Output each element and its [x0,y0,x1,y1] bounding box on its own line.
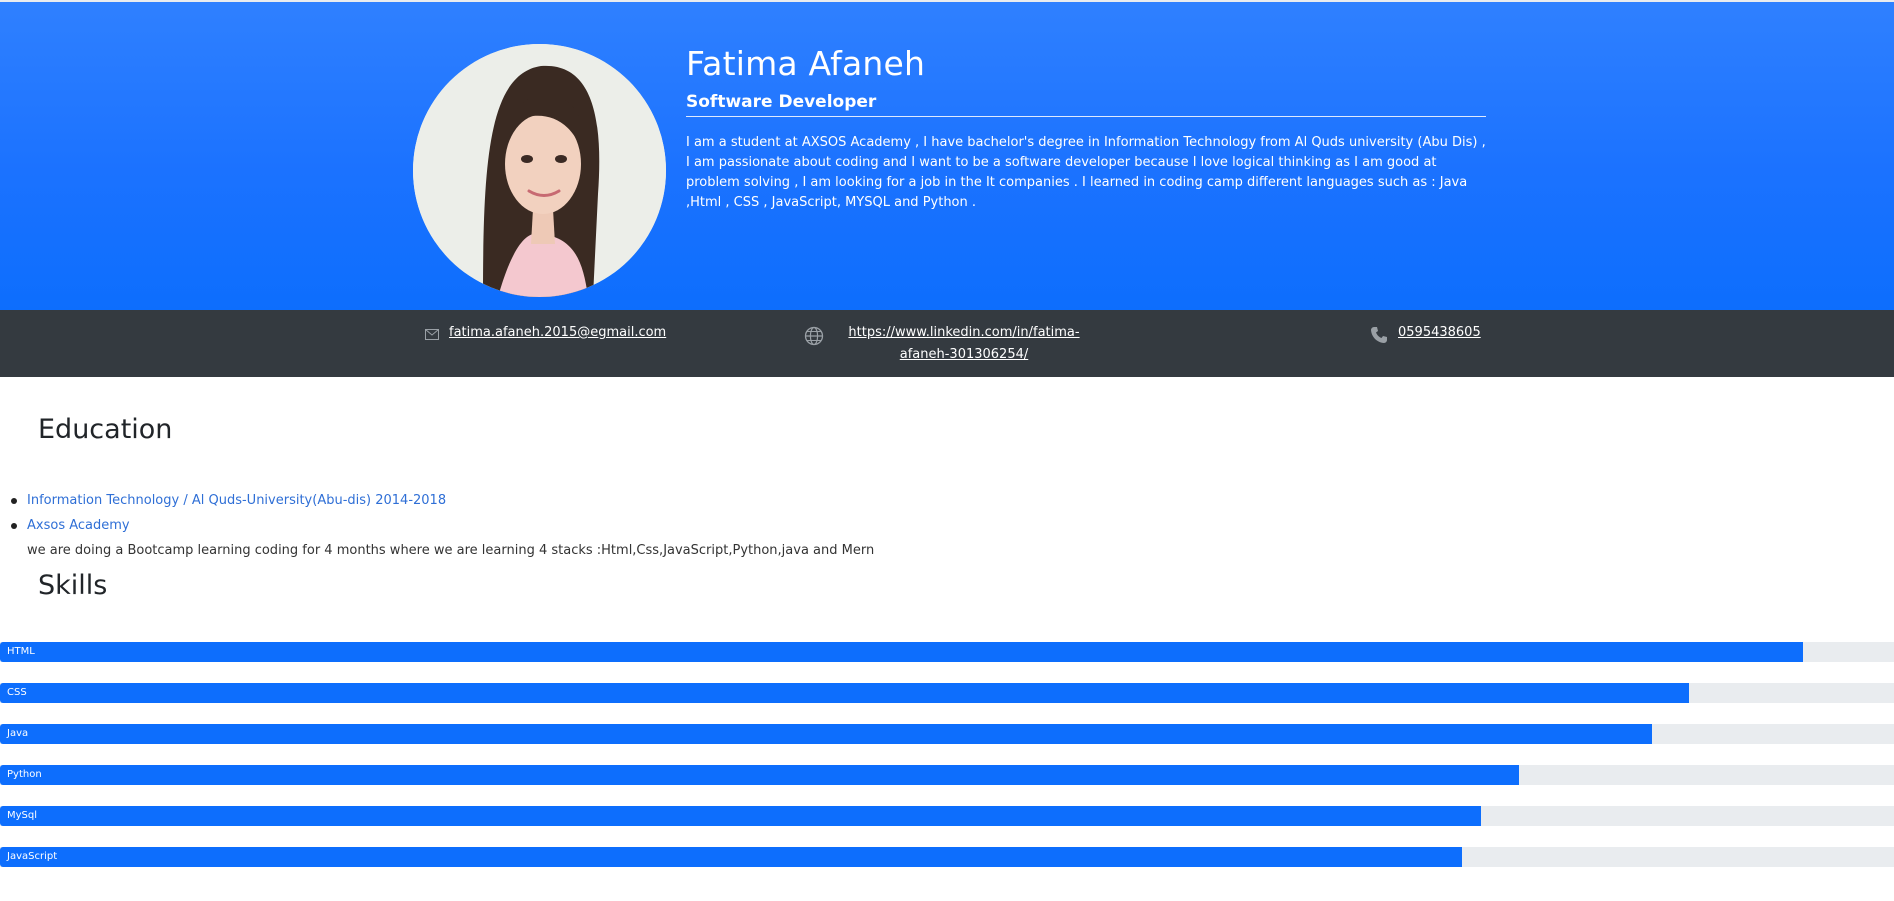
skill-bar-track: Java [0,724,1894,744]
skill-bar-fill: Python [0,765,1519,785]
profile-name: Fatima Afaneh [686,44,926,83]
phone-link[interactable]: 0595438605 [1398,322,1481,344]
globe-icon [804,326,824,354]
contact-email: fatima.afaneh.2015@egmail.com [425,322,666,348]
skill-label: MySql [7,810,38,821]
education-item: Axsos Academy [10,513,874,538]
skill-bar-fill: JavaScript [0,847,1463,867]
contact-bar: fatima.afaneh.2015@egmail.com https://ww… [0,310,1894,377]
profile-photo [413,44,666,297]
skill-bar-track: MySql [0,806,1894,826]
education-note: we are doing a Bootcamp learning coding … [27,543,875,558]
skill-bar-track: CSS [0,683,1894,703]
linkedin-link[interactable]: https://www.linkedin.com/in/fatima-afane… [834,322,1094,366]
skill-bar-fill: HTML [0,642,1804,662]
skill-bar-track: JavaScript [0,847,1894,867]
phone-icon [1370,326,1388,352]
education-heading: Education [38,414,173,445]
profile-title: Software Developer [686,92,877,112]
email-link[interactable]: fatima.afaneh.2015@egmail.com [449,322,666,344]
envelope-icon [425,326,439,348]
skills-heading: Skills [38,570,108,601]
contact-linkedin: https://www.linkedin.com/in/fatima-afane… [804,322,1094,366]
skill-bar-fill: CSS [0,683,1690,703]
skill-label: Python [7,769,42,780]
contact-phone: 0595438605 [1370,322,1481,352]
title-divider [686,116,1486,117]
skill-label: HTML [7,646,35,657]
skills-list: HTML CSS Java Python MySql JavaScript [0,642,1894,888]
skill-bar-fill: MySql [0,806,1482,826]
skill-bar-track: HTML [0,642,1894,662]
skill-bar-fill: Java [0,724,1652,744]
skill-bar-track: Python [0,765,1894,785]
skill-label: JavaScript [7,851,58,862]
skill-label: CSS [7,687,27,698]
education-list: Information Technology / Al Quds-Univers… [10,488,875,563]
education-item: Information Technology / Al Quds-Univers… [10,488,874,513]
profile-bio: I am a student at AXSOS Academy , I have… [686,135,1486,210]
profile-header: Fatima Afaneh Software Developer I am a … [0,0,1894,310]
skill-label: Java [7,728,29,739]
